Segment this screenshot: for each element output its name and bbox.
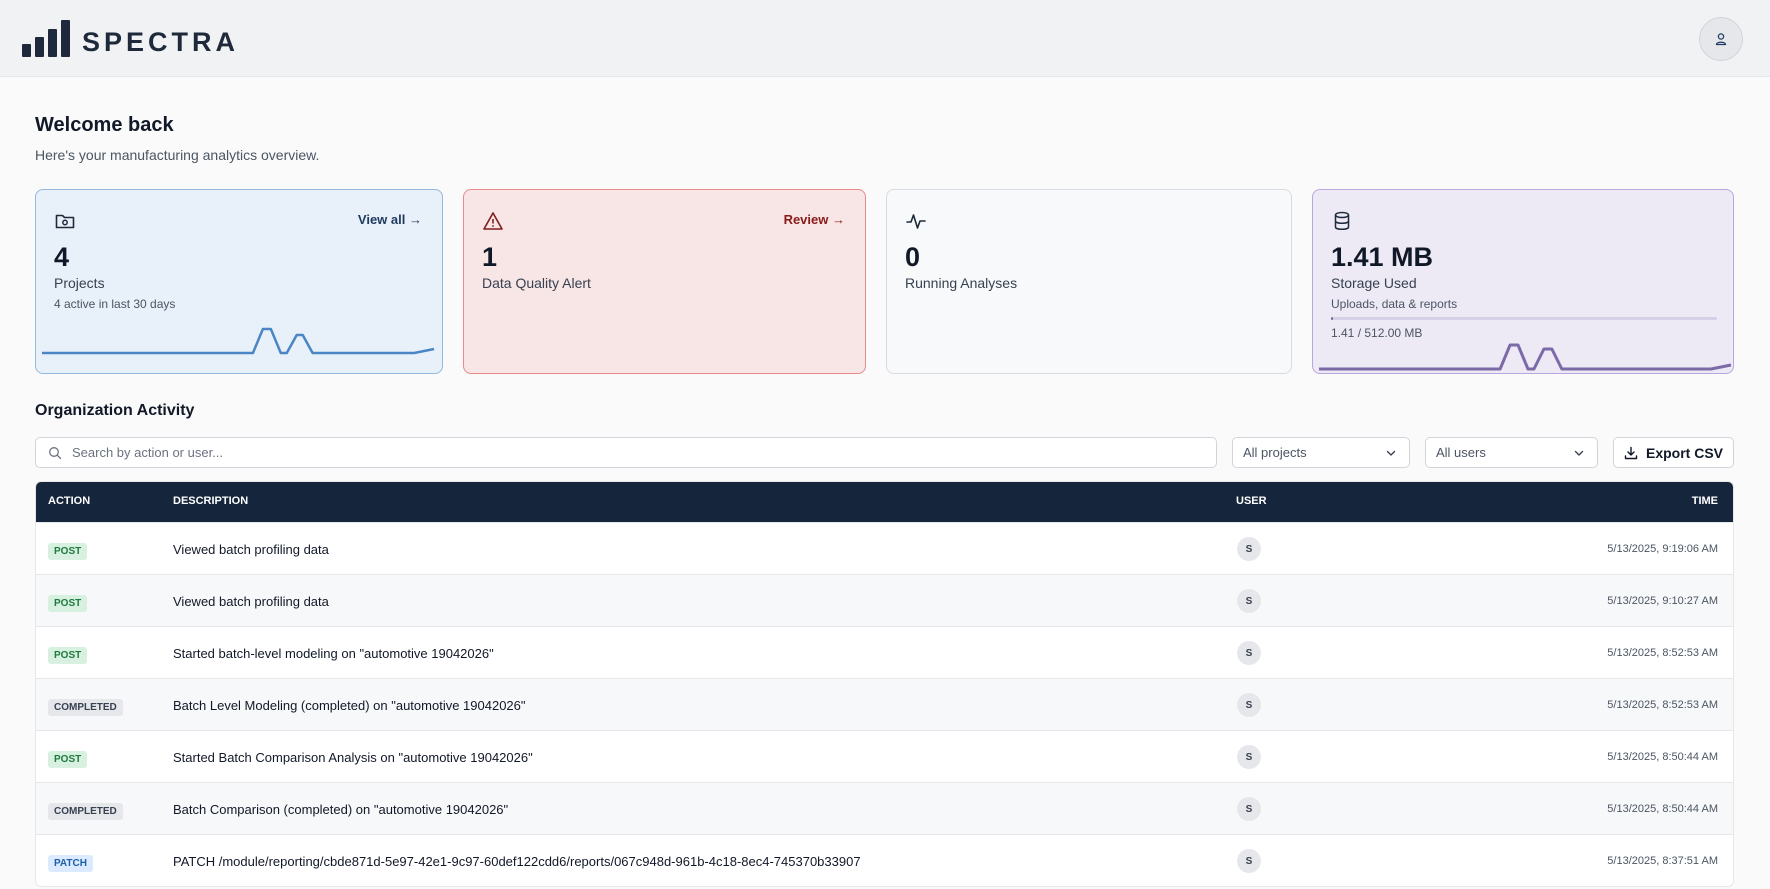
- running-analyses-card[interactable]: 0 Running Analyses: [886, 189, 1292, 374]
- page-title: Welcome back: [35, 114, 174, 136]
- action-cell: COMPLETED: [48, 801, 123, 820]
- time-cell: 5/13/2025, 8:37:51 AM: [1607, 855, 1718, 867]
- action-cell: PATCH: [48, 853, 93, 872]
- action-cell: COMPLETED: [48, 697, 123, 716]
- database-icon: [1334, 211, 1350, 230]
- top-bar: SPECTRA: [0, 0, 1770, 77]
- user-avatar[interactable]: S: [1237, 849, 1261, 873]
- storage-label: Storage Used: [1331, 275, 1417, 291]
- action-cell: POST: [48, 593, 88, 612]
- action-cell: POST: [48, 645, 88, 664]
- description-cell: Batch Comparison (completed) on "automot…: [173, 802, 509, 817]
- spectra-logo[interactable]: SPECTRA: [22, 20, 239, 57]
- activity-table: ACTION DESCRIPTION USER TIME POST Viewed …: [35, 481, 1734, 887]
- action-badge: COMPLETED: [48, 803, 123, 820]
- projects-card[interactable]: View all → 4 Projects 4 active in last 3…: [35, 189, 443, 374]
- projects-sparkline: [41, 327, 435, 355]
- table-row[interactable]: COMPLETED Batch Comparison (completed) on…: [36, 782, 1733, 834]
- user-avatar[interactable]: S: [1237, 745, 1261, 769]
- users-filter[interactable]: All users: [1425, 437, 1598, 468]
- table-row[interactable]: POST Started batch-level modeling on "aut…: [36, 626, 1733, 678]
- search-input[interactable]: [72, 445, 1172, 460]
- action-badge: POST: [48, 647, 88, 664]
- projects-sub: 4 active in last 30 days: [54, 297, 176, 311]
- action-badge: PATCH: [48, 855, 93, 872]
- warning-icon: [483, 212, 503, 230]
- export-csv-button[interactable]: Export CSV: [1613, 437, 1734, 468]
- user-menu-button[interactable]: [1699, 17, 1743, 61]
- action-badge: POST: [48, 543, 88, 560]
- alert-count: 1: [482, 242, 498, 272]
- description-cell: Viewed batch profiling data: [173, 594, 329, 609]
- activity-search[interactable]: [35, 437, 1217, 468]
- logo-bars-icon: [22, 20, 70, 57]
- brand-name: SPECTRA: [82, 27, 240, 57]
- user-avatar[interactable]: S: [1237, 589, 1261, 613]
- chevron-down-icon: [1574, 450, 1584, 456]
- column-header-action[interactable]: ACTION: [48, 495, 90, 507]
- alert-label: Data Quality Alert: [482, 275, 591, 291]
- time-cell: 5/13/2025, 8:50:44 AM: [1607, 803, 1718, 815]
- page-subtitle: Here's your manufacturing analytics over…: [35, 147, 320, 163]
- storage-sparkline: [1318, 343, 1732, 371]
- column-header-description[interactable]: DESCRIPTION: [173, 495, 248, 507]
- arrow-right-icon: →: [832, 212, 845, 227]
- table-row[interactable]: POST Viewed batch profiling data S 5/13/202…: [36, 522, 1733, 574]
- column-header-user[interactable]: USER: [1236, 495, 1267, 507]
- time-cell: 5/13/2025, 8:50:44 AM: [1607, 751, 1718, 763]
- time-cell: 5/13/2025, 9:10:27 AM: [1607, 595, 1718, 607]
- column-header-time[interactable]: TIME: [1692, 495, 1718, 507]
- view-all-link[interactable]: View all →: [358, 212, 422, 227]
- table-body: POST Viewed batch profiling data S 5/13/202…: [36, 522, 1733, 886]
- table-row[interactable]: POST Viewed batch profiling data S 5/13/202…: [36, 574, 1733, 626]
- action-cell: POST: [48, 541, 88, 560]
- running-count: 0: [905, 242, 921, 272]
- table-row[interactable]: COMPLETED Batch Level Modeling (completed…: [36, 678, 1733, 730]
- users-filter-value: All users: [1436, 445, 1486, 460]
- storage-card[interactable]: 1.41 MB Storage Used Uploads, data & rep…: [1312, 189, 1734, 374]
- download-icon: [1624, 446, 1638, 459]
- activity-title: Organization Activity: [35, 402, 195, 419]
- storage-value: 1.41 MB: [1331, 242, 1434, 272]
- data-quality-card[interactable]: Review → 1 Data Quality Alert: [463, 189, 866, 374]
- table-row[interactable]: POST Started Batch Comparison Analysis on…: [36, 730, 1733, 782]
- user-icon: [1715, 33, 1727, 46]
- time-cell: 5/13/2025, 8:52:53 AM: [1607, 647, 1718, 659]
- table-row[interactable]: PATCH PATCH /module/reporting/cbde871d-5e…: [36, 834, 1733, 886]
- description-cell: PATCH /module/reporting/cbde871d-5e97-42…: [173, 854, 861, 869]
- user-avatar[interactable]: S: [1237, 797, 1261, 821]
- action-badge: POST: [48, 595, 88, 612]
- search-icon: [49, 446, 62, 459]
- projects-filter[interactable]: All projects: [1232, 437, 1410, 468]
- projects-filter-value: All projects: [1243, 445, 1307, 460]
- description-cell: Started Batch Comparison Analysis on "au…: [173, 750, 533, 765]
- description-cell: Viewed batch profiling data: [173, 542, 329, 557]
- projects-count: 4: [54, 242, 70, 272]
- storage-sub: Uploads, data & reports: [1331, 297, 1458, 311]
- description-cell: Started batch-level modeling on "automot…: [173, 646, 494, 661]
- user-avatar[interactable]: S: [1237, 693, 1261, 717]
- activity-icon: [906, 214, 926, 229]
- user-avatar[interactable]: S: [1237, 641, 1261, 665]
- user-avatar[interactable]: S: [1237, 537, 1261, 561]
- table-header: ACTION DESCRIPTION USER TIME: [36, 482, 1733, 522]
- arrow-right-icon: →: [409, 212, 422, 227]
- review-link[interactable]: Review →: [784, 212, 845, 227]
- action-badge: POST: [48, 751, 88, 768]
- action-badge: COMPLETED: [48, 699, 123, 716]
- running-label: Running Analyses: [905, 275, 1018, 291]
- chevron-down-icon: [1386, 450, 1396, 456]
- time-cell: 5/13/2025, 9:19:06 AM: [1607, 543, 1718, 555]
- time-cell: 5/13/2025, 8:52:53 AM: [1607, 699, 1718, 711]
- folder-icon: [55, 214, 75, 229]
- projects-label: Projects: [54, 275, 105, 291]
- description-cell: Batch Level Modeling (completed) on "aut…: [173, 698, 526, 713]
- action-cell: POST: [48, 749, 88, 768]
